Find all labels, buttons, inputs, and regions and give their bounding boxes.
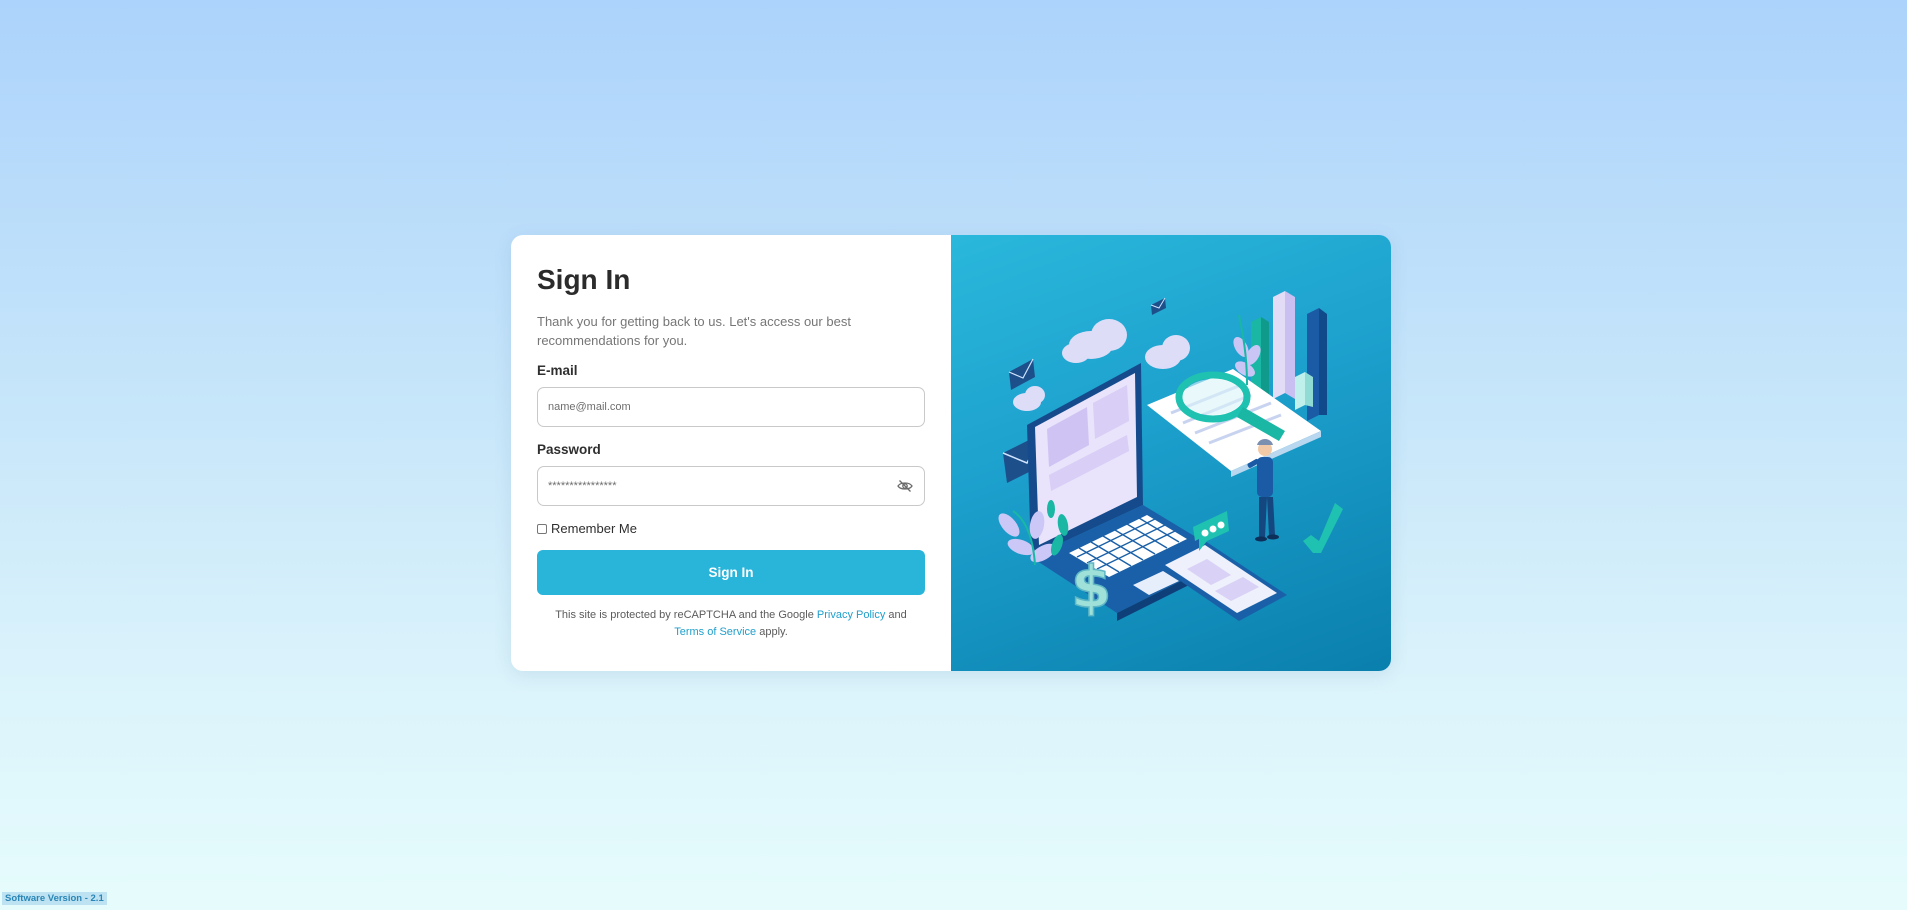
illustration-panel: $ bbox=[951, 235, 1391, 671]
email-field-wrapper bbox=[537, 387, 925, 427]
laptop-illustration: $ bbox=[998, 291, 1343, 622]
page-title: Sign In bbox=[537, 264, 631, 295]
legal-and: and bbox=[888, 609, 907, 621]
svg-text:$: $ bbox=[1071, 553, 1111, 621]
password-field[interactable] bbox=[548, 480, 896, 492]
signin-form: Sign In Thank you for getting back to us… bbox=[511, 235, 951, 671]
legal-prefix: This site is protected by reCAPTCHA and … bbox=[555, 609, 814, 621]
password-field-wrapper bbox=[537, 466, 925, 506]
signin-subtitle: Thank you for getting back to us. Let's … bbox=[537, 314, 851, 348]
recaptcha-notice: This site is protected by reCAPTCHA and … bbox=[537, 607, 925, 641]
sign-in-button[interactable]: Sign In bbox=[537, 550, 925, 595]
email-field[interactable] bbox=[548, 401, 914, 413]
remember-me[interactable]: Remember Me bbox=[537, 521, 925, 536]
eye-off-icon[interactable] bbox=[896, 477, 914, 495]
remember-me-label: Remember Me bbox=[551, 521, 637, 536]
login-card: Sign In Thank you for getting back to us… bbox=[511, 235, 1391, 671]
software-version: Software Version - 2.1 bbox=[2, 892, 107, 905]
remember-me-checkbox[interactable] bbox=[537, 523, 547, 534]
privacy-policy-link[interactable]: Privacy Policy bbox=[817, 609, 885, 621]
terms-of-service-link[interactable]: Terms of Service bbox=[674, 626, 756, 638]
password-label: Password bbox=[537, 442, 601, 457]
email-label: E-mail bbox=[537, 363, 578, 378]
legal-suffix: apply. bbox=[759, 626, 788, 638]
